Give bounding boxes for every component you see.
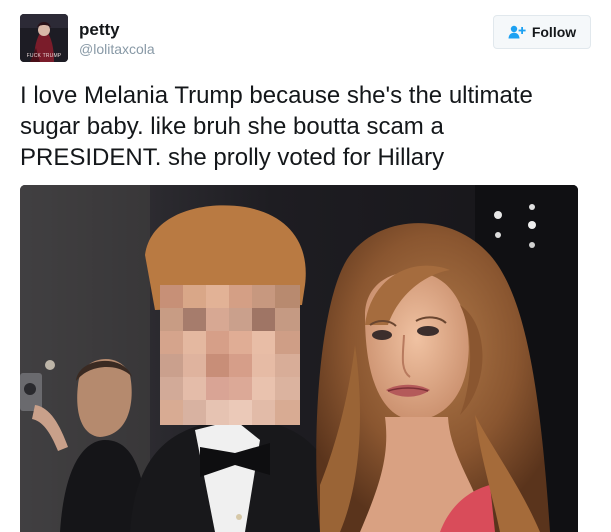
handle[interactable]: @lolitaxcola (79, 40, 155, 58)
tweet-text: I love Melania Trump because she's the u… (20, 82, 533, 171)
pixelated-face (160, 285, 300, 425)
follow-button[interactable]: Follow (493, 15, 591, 49)
avatar-caption: FUCK TRUMP (26, 53, 62, 59)
display-name[interactable]: petty (79, 20, 155, 40)
tweet-photo[interactable] (20, 185, 578, 532)
avatar[interactable]: FUCK TRUMP (20, 14, 68, 62)
follow-button-label: Follow (531, 24, 577, 40)
tweet-header: FUCK TRUMP petty @lolitaxcola Follow (20, 14, 591, 66)
author-names[interactable]: petty @lolitaxcola (79, 20, 155, 58)
photo-image (20, 185, 578, 532)
follow-person-plus-icon (508, 25, 526, 39)
